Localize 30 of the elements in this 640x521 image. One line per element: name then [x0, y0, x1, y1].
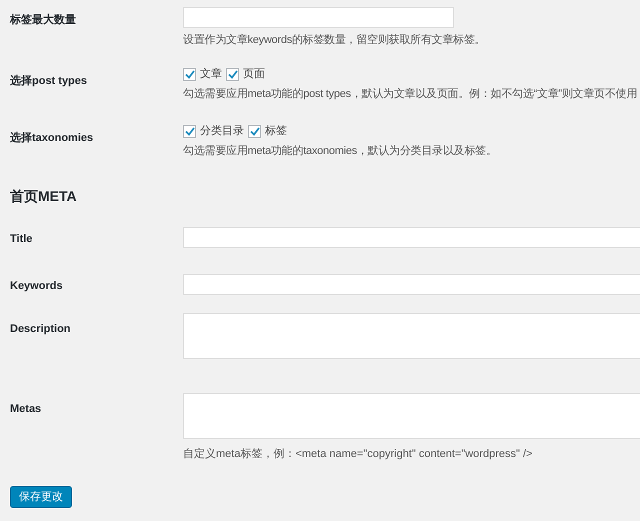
text-area[interactable] [183, 313, 640, 359]
checkbox-label: 标签 [265, 124, 287, 139]
text-area[interactable] [183, 393, 640, 439]
field-label: Keywords [10, 280, 63, 292]
field-description: 自定义meta标签，例：<meta name="copyright" content="wordpress" /> [183, 447, 534, 461]
checkbox-label: 文章 [200, 66, 222, 82]
text-input[interactable] [183, 7, 454, 28]
checkbox[interactable] [183, 68, 196, 80]
checkbox[interactable] [248, 124, 261, 138]
checkmark-icon [228, 70, 238, 78]
checkbox-label: 页面 [243, 66, 265, 82]
text-input[interactable] [183, 227, 640, 248]
field-label: 选择post types [10, 75, 88, 87]
checkmark-icon [184, 126, 194, 136]
checkbox[interactable] [183, 124, 196, 138]
text-input[interactable] [183, 274, 640, 295]
section-heading: 首页META [10, 186, 77, 206]
checkbox[interactable] [226, 68, 239, 80]
field-description: 勾选需要应用meta功能的post types，默认为文章以及页面。例：如不勾选“文章”则文章页不使用 [183, 87, 638, 101]
field-label: 选择taxonomies [10, 132, 94, 144]
field-label: Title [10, 232, 32, 244]
field-label: Metas [10, 403, 42, 415]
save-button[interactable]: 保存更改 [10, 486, 72, 508]
checkmark-icon [184, 70, 194, 78]
checkmark-icon [250, 126, 260, 136]
field-description: 勾选需要应用meta功能的taxonomies，默认为分类目录以及标签。 [183, 144, 498, 158]
field-label: Description [10, 323, 71, 335]
checkbox-label: 分类目录 [200, 124, 244, 139]
field-description: 设置作为文章keywords的标签数量，留空则获取所有文章标签。 [183, 33, 486, 47]
field-label: 标签最大数量 [10, 14, 76, 26]
